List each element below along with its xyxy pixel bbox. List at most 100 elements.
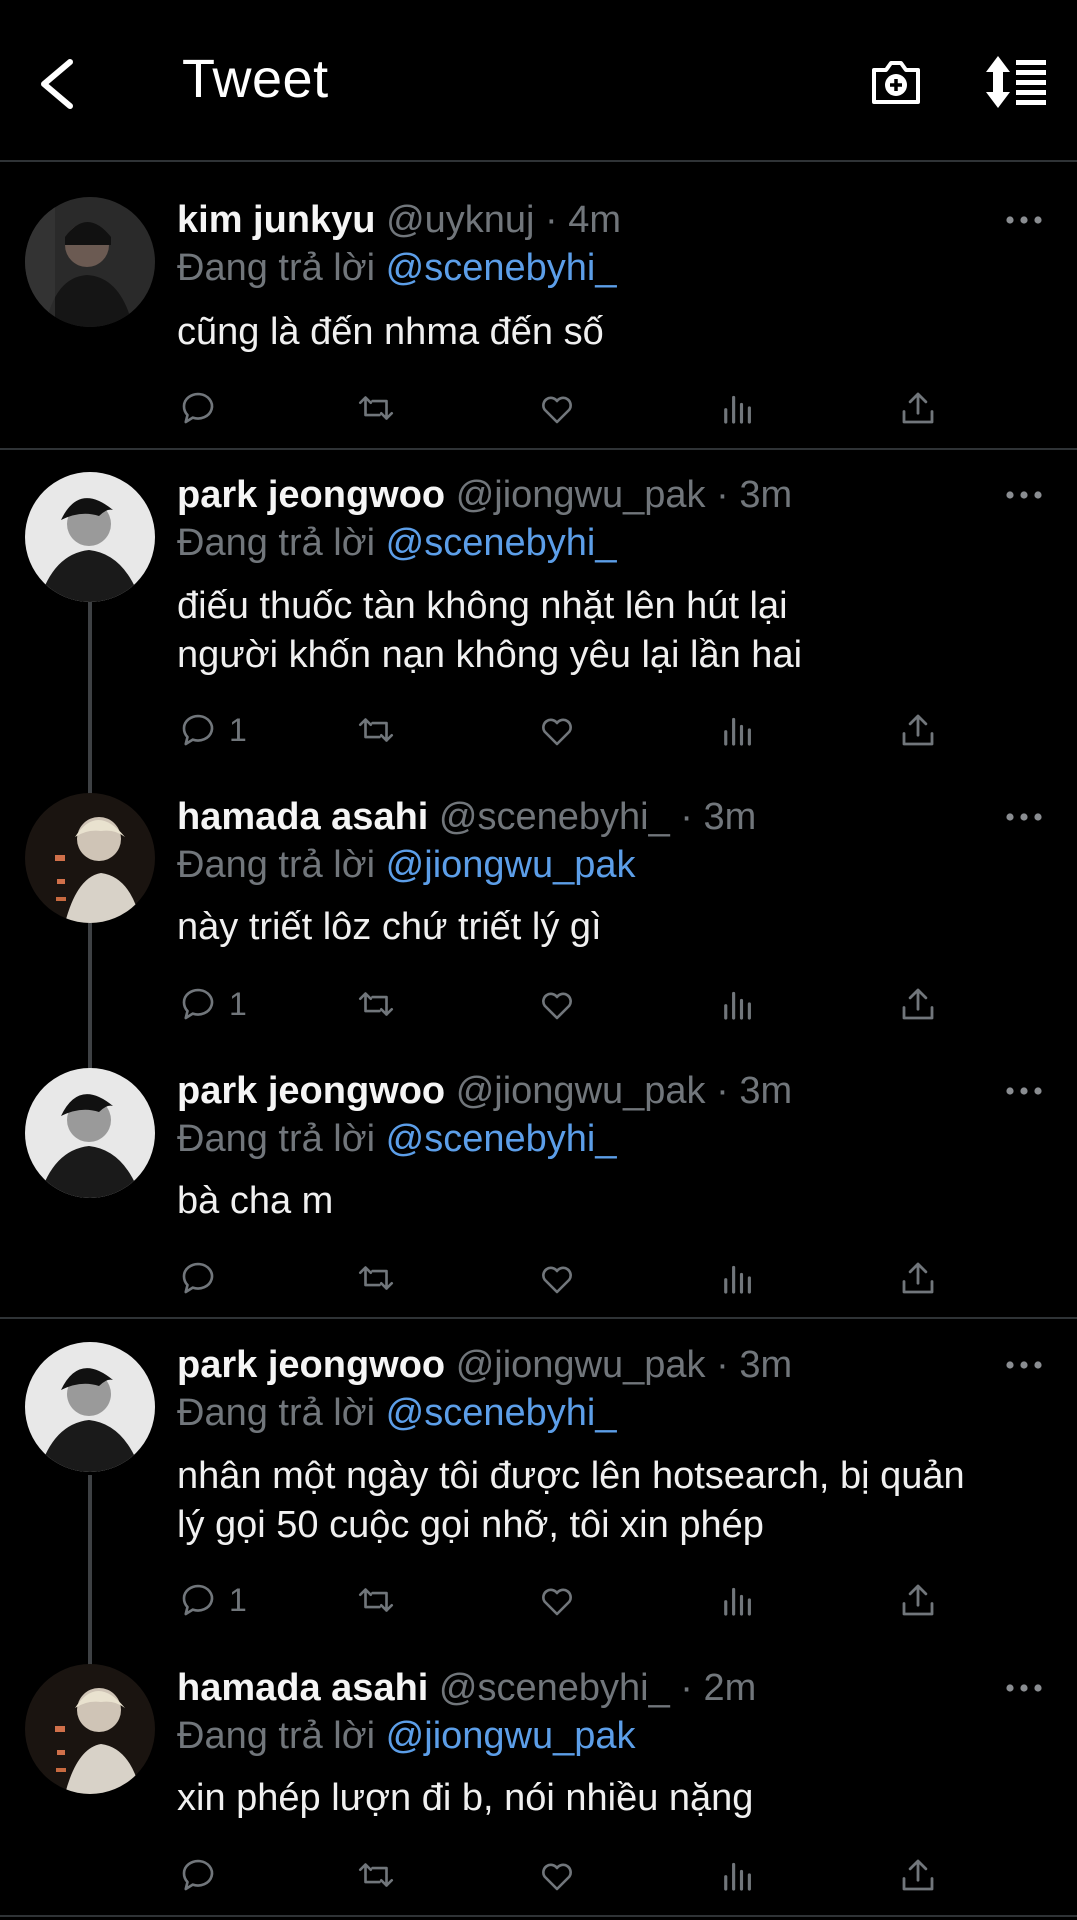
share-button[interactable] (897, 1853, 939, 1897)
tweet-text: cũng là đến nhma đến số (177, 308, 604, 357)
author-handle[interactable]: @jiongwu_pak (456, 1344, 706, 1386)
retweet-button[interactable] (355, 1256, 397, 1300)
reply-button[interactable]: 1 (177, 708, 247, 752)
tweet-actions (177, 386, 957, 430)
reply-button[interactable] (177, 1853, 229, 1897)
reply-mention-link[interactable]: @jiongwu_pak (386, 1715, 636, 1757)
tweet-time: · 3m (716, 1070, 793, 1112)
author-handle[interactable]: @uyknuj (386, 199, 534, 241)
reply-mention-link[interactable]: @scenebyhi_ (386, 522, 617, 564)
analytics-button[interactable] (717, 708, 759, 752)
tweet-actions: 1 (177, 1578, 957, 1622)
reply-mention-link[interactable]: @jiongwu_pak (386, 844, 636, 886)
retweet-button[interactable] (355, 982, 397, 1026)
reply-prefix: Đang trả lời (177, 1392, 376, 1434)
more-dots-icon[interactable] (1004, 1358, 1044, 1370)
reply-count: 1 (229, 985, 247, 1022)
like-button[interactable] (536, 386, 578, 430)
author-handle[interactable]: @jiongwu_pak (456, 474, 706, 516)
tweet-text-line: nhân một ngày tôi được lên hotsearch, bị… (177, 1455, 965, 1497)
analytics-button[interactable] (717, 1256, 759, 1300)
like-button[interactable] (536, 982, 578, 1026)
like-button[interactable] (536, 1853, 578, 1897)
share-button[interactable] (897, 1256, 939, 1300)
reply-button[interactable] (177, 386, 229, 430)
tweet-time: · 3m (716, 1344, 793, 1386)
reply-prefix: Đang trả lời (177, 247, 376, 289)
avatar[interactable] (25, 1664, 155, 1794)
author-handle[interactable]: @scenebyhi_ (439, 1667, 670, 1709)
author-handle[interactable]: @scenebyhi_ (439, 796, 670, 838)
reply-context: Đang trả lời @scenebyhi_ (177, 247, 617, 290)
avatar[interactable] (25, 1342, 155, 1472)
retweet-button[interactable] (355, 1578, 397, 1622)
tweet-text: này triết lôz chứ triết lý gì (177, 903, 602, 952)
bar-chart-icon (724, 395, 751, 424)
sort-list-icon[interactable] (984, 54, 1048, 110)
tweet-header: park jeongwoo @jiongwu_pak · 3m (177, 474, 792, 517)
author-handle[interactable]: @jiongwu_pak (456, 1070, 706, 1112)
like-button[interactable] (536, 708, 578, 752)
more-dots-icon[interactable] (1004, 488, 1044, 500)
analytics-button[interactable] (717, 982, 759, 1026)
author-name[interactable]: hamada asahi (177, 1667, 428, 1709)
reply-mention-link[interactable]: @scenebyhi_ (386, 1392, 617, 1434)
avatar[interactable] (25, 197, 155, 327)
bar-chart-icon (724, 1862, 751, 1891)
retweet-button[interactable] (355, 708, 397, 752)
avatar[interactable] (25, 793, 155, 923)
bar-chart-icon (724, 717, 751, 746)
share-button[interactable] (897, 982, 939, 1026)
share-button[interactable] (897, 708, 939, 752)
more-dots-icon[interactable] (1004, 1681, 1044, 1693)
heart-icon (542, 396, 572, 424)
author-name[interactable]: kim junkyu (177, 199, 376, 241)
tweet-text: xin phép lượn đi b, nói nhiều nặng (177, 1774, 753, 1823)
bar-chart-icon (724, 991, 751, 1020)
like-button[interactable] (536, 1256, 578, 1300)
reply-count: 1 (229, 1581, 247, 1618)
reply-button[interactable]: 1 (177, 1578, 247, 1622)
author-name[interactable]: hamada asahi (177, 796, 428, 838)
tweet-text-line: điếu thuốc tàn không nhặt lên hút lại (177, 585, 788, 627)
author-name[interactable]: park jeongwoo (177, 1070, 445, 1112)
analytics-button[interactable] (717, 386, 759, 430)
tweet-text: điếu thuốc tàn không nhặt lên hút lại ngư… (177, 582, 802, 680)
avatar[interactable] (25, 1068, 155, 1198)
author-name[interactable]: park jeongwoo (177, 1344, 445, 1386)
avatar[interactable] (25, 472, 155, 602)
share-button[interactable] (897, 1578, 939, 1622)
back-icon[interactable] (34, 56, 80, 112)
reply-button[interactable] (177, 1256, 229, 1300)
tweet-actions: 1 (177, 982, 957, 1026)
tweet-header: park jeongwoo @jiongwu_pak · 3m (177, 1344, 792, 1387)
author-name[interactable]: park jeongwoo (177, 474, 445, 516)
tweet-header: kim junkyu @uyknuj · 4m (177, 199, 621, 242)
reply-icon (182, 1859, 214, 1891)
tweet-header: hamada asahi @scenebyhi_ · 3m (177, 796, 756, 839)
page-title: Tweet (182, 49, 329, 109)
reply-context: Đang trả lời @jiongwu_pak (177, 1715, 636, 1758)
reply-button[interactable]: 1 (177, 982, 247, 1026)
share-icon (902, 392, 934, 424)
like-button[interactable] (536, 1578, 578, 1622)
analytics-button[interactable] (717, 1578, 759, 1622)
retweet-button[interactable] (355, 386, 397, 430)
retweet-button[interactable] (355, 1853, 397, 1897)
tweet-header: park jeongwoo @jiongwu_pak · 3m (177, 1070, 792, 1113)
heart-icon (542, 1588, 572, 1616)
share-button[interactable] (897, 386, 939, 430)
retweet-icon (358, 718, 394, 742)
more-dots-icon[interactable] (1004, 1084, 1044, 1096)
reply-mention-link[interactable]: @scenebyhi_ (386, 1118, 617, 1160)
analytics-button[interactable] (717, 1853, 759, 1897)
retweet-icon (358, 1266, 394, 1290)
heart-icon (542, 992, 572, 1020)
share-icon (902, 1584, 934, 1616)
reply-icon (182, 392, 214, 424)
more-dots-icon[interactable] (1004, 213, 1044, 225)
camera-add-icon[interactable] (868, 54, 924, 110)
more-dots-icon[interactable] (1004, 810, 1044, 822)
reply-mention-link[interactable]: @scenebyhi_ (386, 247, 617, 289)
retweet-icon (358, 1863, 394, 1887)
